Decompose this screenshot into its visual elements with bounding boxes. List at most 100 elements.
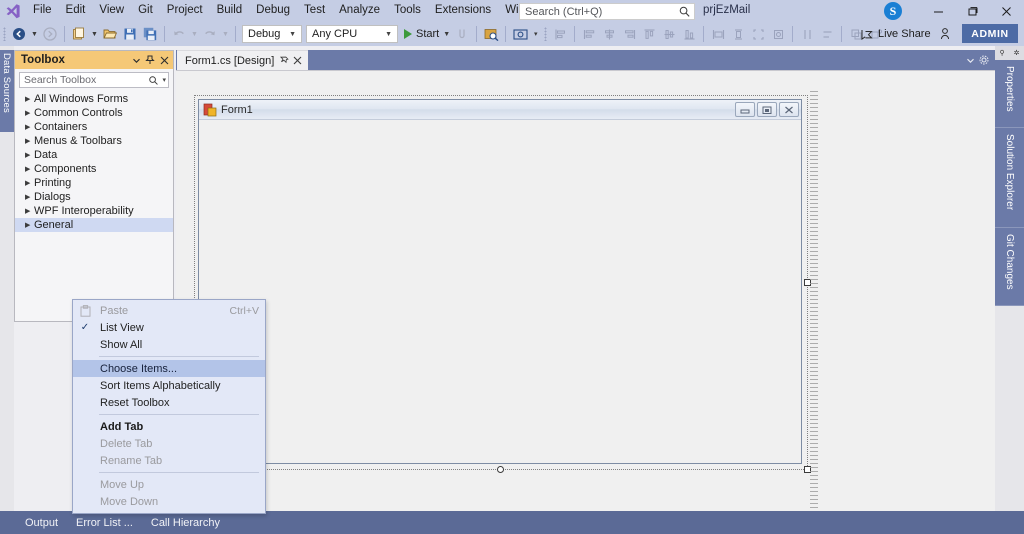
tab-label: Form1.cs [Design]	[185, 54, 275, 67]
window-minimize-button[interactable]	[922, 0, 954, 22]
context-menu-label: List View	[100, 321, 144, 334]
toolbox-category-all-windows-forms[interactable]: ▶ All Windows Forms	[15, 92, 173, 106]
layout-toolbar-grip[interactable]	[541, 22, 550, 46]
expand-arrow-icon: ▶	[25, 96, 31, 103]
account-avatar[interactable]: S	[884, 2, 902, 20]
bottom-tab-error-list[interactable]: Error List ...	[67, 511, 142, 534]
toolbox-search-input[interactable]: Search Toolbox ▾	[19, 72, 169, 88]
context-menu-item-delete-tab: Delete Tab	[73, 435, 265, 452]
toolbox-category-label: All Windows Forms	[34, 93, 129, 105]
menu-file[interactable]: File	[26, 1, 59, 21]
menu-debug[interactable]: Debug	[249, 1, 297, 21]
chevron-down-icon[interactable]	[963, 51, 977, 69]
screenshot-dropdown[interactable]: ▾	[530, 23, 541, 45]
pin-icon[interactable]: ⚲	[999, 49, 1004, 57]
context-menu-item-add-tab[interactable]: Add Tab	[73, 418, 265, 435]
toolbox-category-common-controls[interactable]: ▶ Common Controls	[15, 106, 173, 120]
global-search-box[interactable]: Search (Ctrl+Q)	[519, 3, 695, 20]
tab-form1-design[interactable]: Form1.cs [Design]	[177, 50, 309, 70]
form-client-area[interactable]	[199, 120, 801, 463]
toolbox-category-label: WPF Interoperability	[34, 205, 134, 217]
toolbox-category-label: Containers	[34, 121, 88, 133]
context-menu-item-reset-toolbox[interactable]: Reset Toolbox	[73, 394, 265, 411]
screenshot-icon[interactable]	[510, 23, 530, 45]
sidebar-item-data-sources[interactable]: Data Sources	[0, 50, 14, 132]
close-icon[interactable]	[157, 52, 171, 68]
window-close-button[interactable]	[990, 0, 1022, 22]
expand-arrow-icon: ▶	[25, 166, 31, 173]
toolbar-separator	[703, 26, 705, 42]
menu-tools[interactable]: Tools	[387, 1, 428, 21]
context-menu-item-list-view[interactable]: ✓ List View	[73, 319, 265, 336]
context-menu-item-show-all[interactable]: Show All	[73, 336, 265, 353]
context-menu-gutter	[73, 360, 97, 377]
toolbox-category-components[interactable]: ▶ Components	[15, 162, 173, 176]
toolbox-category-printing[interactable]: ▶ Printing	[15, 176, 173, 190]
toolbar-separator	[235, 26, 236, 42]
menu-edit[interactable]: Edit	[59, 1, 93, 21]
window-maximize-button[interactable]	[956, 0, 988, 22]
find-in-files-icon[interactable]	[481, 23, 501, 45]
save-all-icon[interactable]	[140, 23, 160, 45]
start-dropdown[interactable]: ▼	[441, 23, 452, 45]
open-file-icon[interactable]	[100, 23, 120, 45]
start-debug-button[interactable]: Start	[400, 23, 441, 45]
chevron-down-icon[interactable]	[129, 52, 143, 68]
maximize-icon	[968, 6, 977, 15]
context-menu-item-paste: Paste Ctrl+V	[73, 302, 265, 319]
context-menu-item-choose-items[interactable]: Choose Items...	[73, 360, 265, 377]
menu-test[interactable]: Test	[297, 1, 332, 21]
gear-icon[interactable]: ✲	[1014, 49, 1020, 57]
save-icon[interactable]	[120, 23, 140, 45]
context-menu-item-sort-items-alphabetically[interactable]: Sort Items Alphabetically	[73, 377, 265, 394]
admin-badge[interactable]: ADMIN	[962, 24, 1018, 43]
bottom-tab-call-hierarchy[interactable]: Call Hierarchy	[142, 511, 229, 534]
menu-build[interactable]: Build	[210, 1, 250, 21]
toolbox-category-menus-toolbars[interactable]: ▶ Menus & Toolbars	[15, 134, 173, 148]
sidebar-item-properties[interactable]: Properties	[995, 60, 1024, 128]
toolbox-category-data[interactable]: ▶ Data	[15, 148, 173, 162]
menu-view[interactable]: View	[92, 1, 131, 21]
resize-handle-bottom-center[interactable]	[497, 466, 504, 473]
menu-git[interactable]: Git	[131, 1, 160, 21]
new-project-icon[interactable]	[69, 23, 89, 45]
form-minimize-button[interactable]	[735, 102, 755, 117]
pin-icon[interactable]	[278, 54, 291, 68]
sidebar-item-git-changes[interactable]: Git Changes	[995, 228, 1024, 306]
toolbar-separator	[841, 26, 843, 42]
menu-project[interactable]: Project	[160, 1, 210, 21]
toolbox-category-containers[interactable]: ▶ Containers	[15, 120, 173, 134]
pin-icon[interactable]	[143, 52, 157, 68]
live-share-button[interactable]: Live Share	[860, 24, 931, 44]
context-menu-separator	[99, 472, 259, 473]
context-menu-item-move-up: Move Up	[73, 476, 265, 493]
align-left-edges-icon	[579, 23, 599, 45]
feedback-icon[interactable]	[935, 23, 955, 45]
context-menu-label: Choose Items...	[100, 362, 178, 375]
settings-icon[interactable]	[977, 51, 991, 69]
solution-platform-combo[interactable]: Any CPU ▼	[306, 25, 398, 43]
toolbox-category-dialogs[interactable]: ▶ Dialogs	[15, 190, 173, 204]
live-share-icon	[861, 29, 873, 40]
toolbox-category-label: Dialogs	[34, 191, 71, 203]
context-menu-label: Sort Items Alphabetically	[100, 379, 221, 392]
form-maximize-button[interactable]	[757, 102, 777, 117]
form-designer-surface[interactable]: Form1	[176, 70, 995, 511]
context-menu-label: Add Tab	[100, 420, 144, 433]
menu-extensions[interactable]: Extensions	[428, 1, 498, 21]
toolbox-category-wpf-interoperability[interactable]: ▶ WPF Interoperability	[15, 204, 173, 218]
close-icon[interactable]	[291, 54, 304, 68]
form-close-button[interactable]	[779, 102, 799, 117]
toolbar-grip[interactable]	[0, 22, 9, 46]
sidebar-item-solution-explorer[interactable]: Solution Explorer	[995, 128, 1024, 228]
navigate-back-icon[interactable]	[9, 23, 29, 45]
bottom-tab-output[interactable]: Output	[16, 511, 67, 534]
menu-analyze[interactable]: Analyze	[332, 1, 387, 21]
make-same-height-icon	[728, 23, 748, 45]
solution-configuration-combo[interactable]: Debug ▼	[242, 25, 302, 43]
new-project-dropdown[interactable]: ▼	[89, 23, 100, 45]
toolbox-category-general[interactable]: ▶ General	[15, 218, 173, 232]
toolbox-search-dropdown[interactable]: ▾	[159, 76, 166, 84]
navigate-back-dropdown[interactable]: ▼	[29, 23, 40, 45]
form1-window[interactable]: Form1	[198, 99, 802, 464]
